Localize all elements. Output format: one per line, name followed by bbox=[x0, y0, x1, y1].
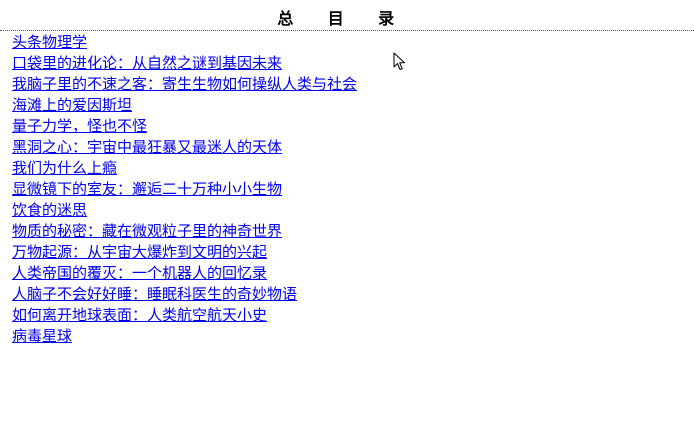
list-item: 我脑子里的不速之客：寄生生物如何操纵人类与社会 bbox=[12, 74, 357, 95]
toc-header: 总 目 录 bbox=[0, 8, 694, 31]
toc-link[interactable]: 人类帝国的覆灭：一个机器人的回忆录 bbox=[12, 264, 267, 282]
toc-link[interactable]: 海滩上的爱因斯坦 bbox=[12, 96, 132, 114]
list-item: 人类帝国的覆灭：一个机器人的回忆录 bbox=[12, 263, 357, 284]
toc-link[interactable]: 我们为什么上瘾 bbox=[12, 159, 117, 177]
toc-link[interactable]: 量子力学，怪也不怪 bbox=[12, 117, 147, 135]
list-item: 饮食的迷思 bbox=[12, 200, 357, 221]
page-title: 总 目 录 bbox=[277, 9, 409, 28]
toc-link[interactable]: 饮食的迷思 bbox=[12, 201, 87, 219]
toc-link[interactable]: 显微镜下的室友：邂逅二十万种小小生物 bbox=[12, 180, 282, 198]
list-item: 我们为什么上瘾 bbox=[12, 158, 357, 179]
toc-link[interactable]: 头条物理学 bbox=[12, 33, 87, 51]
toc-link[interactable]: 病毒星球 bbox=[12, 327, 72, 345]
list-item: 黑洞之心：宇宙中最狂暴又最迷人的天体 bbox=[12, 137, 357, 158]
toc-link[interactable]: 如何离开地球表面：人类航空航天小史 bbox=[12, 306, 267, 324]
list-item: 人脑子不会好好睡：睡眠科医生的奇妙物语 bbox=[12, 284, 357, 305]
list-item: 病毒星球 bbox=[12, 326, 357, 347]
list-item: 口袋里的进化论：从自然之谜到基因未来 bbox=[12, 53, 357, 74]
list-item: 海滩上的爱因斯坦 bbox=[12, 95, 357, 116]
list-item: 头条物理学 bbox=[12, 32, 357, 53]
toc-link[interactable]: 黑洞之心：宇宙中最狂暴又最迷人的天体 bbox=[12, 138, 282, 156]
list-item: 显微镜下的室友：邂逅二十万种小小生物 bbox=[12, 179, 357, 200]
list-item: 量子力学，怪也不怪 bbox=[12, 116, 357, 137]
toc-link[interactable]: 万物起源：从宇宙大爆炸到文明的兴起 bbox=[12, 243, 267, 261]
toc-link[interactable]: 我脑子里的不速之客：寄生生物如何操纵人类与社会 bbox=[12, 75, 357, 93]
toc-page: 总 目 录 头条物理学 口袋里的进化论：从自然之谜到基因未来 我脑子里的不速之客… bbox=[0, 0, 694, 421]
list-item: 万物起源：从宇宙大爆炸到文明的兴起 bbox=[12, 242, 357, 263]
toc-link[interactable]: 口袋里的进化论：从自然之谜到基因未来 bbox=[12, 54, 282, 72]
mouse-pointer-icon bbox=[393, 52, 405, 70]
list-item: 如何离开地球表面：人类航空航天小史 bbox=[12, 305, 357, 326]
toc-list: 头条物理学 口袋里的进化论：从自然之谜到基因未来 我脑子里的不速之客：寄生生物如… bbox=[12, 32, 357, 347]
list-item: 物质的秘密：藏在微观粒子里的神奇世界 bbox=[12, 221, 357, 242]
toc-link[interactable]: 物质的秘密：藏在微观粒子里的神奇世界 bbox=[12, 222, 282, 240]
toc-link[interactable]: 人脑子不会好好睡：睡眠科医生的奇妙物语 bbox=[12, 285, 297, 303]
